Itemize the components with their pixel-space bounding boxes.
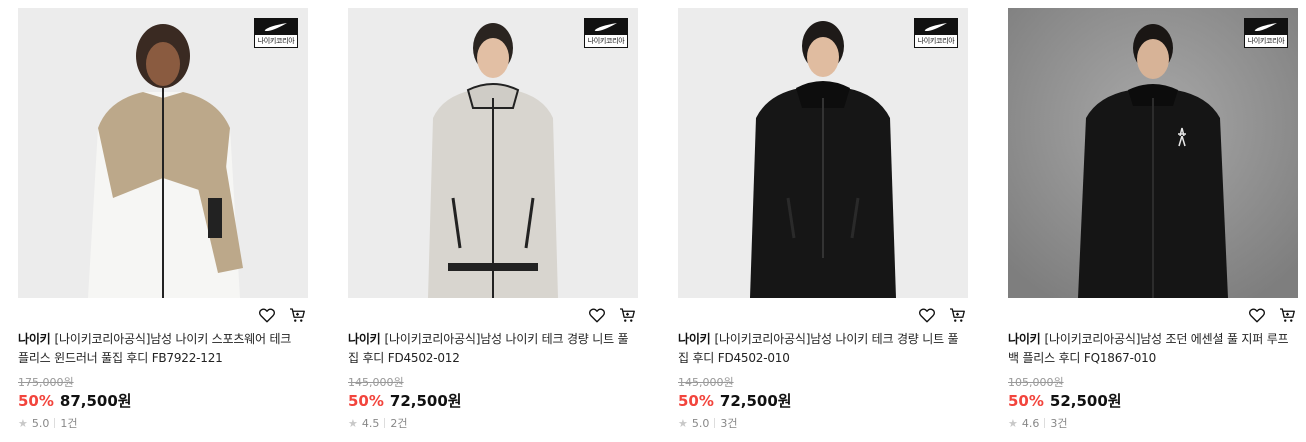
- rating-value: 4.5: [361, 416, 380, 430]
- rating-value: 5.0: [31, 416, 50, 430]
- brand-badge: 나이키코리아: [584, 18, 628, 48]
- price-row: 50% 52,500원: [1008, 390, 1122, 411]
- discount-rate: 50%: [348, 392, 384, 410]
- wishlist-button[interactable]: [256, 304, 278, 326]
- divider: [384, 418, 386, 428]
- price-row: 50% 87,500원: [18, 390, 132, 411]
- brand-name: 나이키: [18, 332, 51, 346]
- cart-button[interactable]: [946, 304, 968, 326]
- product-card[interactable]: 나이키코리아 나이키 [나이키코리아공식]남성 조던 에센셜 풀 지퍼 루프백 플…: [1008, 8, 1298, 430]
- cart-icon: [619, 308, 635, 322]
- price-row: 50% 72,500원: [348, 390, 462, 411]
- product-title[interactable]: 나이키 [나이키코리아공식]남성 나이키 테크 경량 니트 풀집 후디 FD450…: [678, 330, 963, 368]
- heart-icon: [1248, 308, 1266, 323]
- original-price: 145,000원: [348, 376, 404, 389]
- rating-row: ★ 4.6 3건: [1008, 415, 1068, 431]
- badge-text: 나이키코리아: [587, 37, 625, 45]
- discount-rate: 50%: [1008, 392, 1044, 410]
- badge-text: 나이키코리아: [1247, 37, 1285, 45]
- original-price: 175,000원: [18, 376, 74, 389]
- divider: [714, 418, 716, 428]
- heart-icon: [918, 308, 936, 323]
- sale-price: 72,500원: [719, 392, 792, 410]
- product-name: [나이키코리아공식]남성 조던 에센셜 풀 지퍼 루프백 플리스 후디 FQ18…: [1008, 332, 1289, 365]
- brand-badge: 나이키코리아: [914, 18, 958, 48]
- cart-button[interactable]: [616, 304, 638, 326]
- product-title[interactable]: 나이키 [나이키코리아공식]남성 조던 에센셜 풀 지퍼 루프백 플리스 후디 F…: [1008, 330, 1293, 368]
- sale-price: 87,500원: [59, 392, 132, 410]
- product-name: [나이키코리아공식]남성 나이키 스포츠웨어 테크 플리스 윈드러너 풀집 후디…: [18, 332, 292, 365]
- brand-badge: 나이키코리아: [254, 18, 298, 48]
- discount-rate: 50%: [678, 392, 714, 410]
- swoosh-icon: [1254, 23, 1277, 31]
- product-photo: [1008, 8, 1298, 298]
- original-price: 105,000원: [1008, 376, 1064, 389]
- brand-badge: 나이키코리아: [1244, 18, 1288, 48]
- product-title[interactable]: 나이키 [나이키코리아공식]남성 나이키 스포츠웨어 테크 플리스 윈드러너 풀집…: [18, 330, 303, 368]
- sale-price: 52,500원: [1049, 392, 1122, 410]
- product-name: [나이키코리아공식]남성 나이키 테크 경량 니트 풀집 후디 FD4502-0…: [678, 332, 959, 365]
- cart-icon: [1279, 308, 1295, 322]
- divider: [1044, 418, 1046, 428]
- card-actions: [1246, 304, 1298, 326]
- rating-row: ★ 5.0 1건: [18, 415, 78, 431]
- product-image[interactable]: 나이키코리아: [678, 8, 968, 298]
- sale-price: 72,500원: [389, 392, 462, 410]
- product-photo: [348, 8, 638, 298]
- product-photo: [678, 8, 968, 298]
- cart-button[interactable]: [1276, 304, 1298, 326]
- wishlist-button[interactable]: [916, 304, 938, 326]
- swoosh-icon: [924, 23, 947, 31]
- brand-name: 나이키: [348, 332, 381, 346]
- rating-value: 5.0: [691, 416, 710, 430]
- rating-row: ★ 5.0 3건: [678, 415, 738, 431]
- brand-name: 나이키: [678, 332, 711, 346]
- product-card[interactable]: 나이키코리아 나이키 [나이키코리아공식]남성 나이키 스포츠웨어 테크 플리스 …: [18, 8, 308, 430]
- product-title[interactable]: 나이키 [나이키코리아공식]남성 나이키 테크 경량 니트 풀집 후디 FD450…: [348, 330, 633, 368]
- divider: [54, 418, 56, 428]
- cart-button[interactable]: [286, 304, 308, 326]
- product-grid: 나이키코리아 나이키 [나이키코리아공식]남성 나이키 스포츠웨어 테크 플리스 …: [0, 0, 1306, 442]
- review-count: 1건: [60, 417, 78, 430]
- cart-icon: [949, 308, 965, 322]
- badge-text: 나이키코리아: [917, 37, 955, 45]
- swoosh-icon: [264, 23, 287, 31]
- star-icon: ★: [1008, 416, 1018, 430]
- star-icon: ★: [348, 416, 358, 430]
- star-icon: ★: [678, 416, 688, 430]
- star-icon: ★: [18, 416, 28, 430]
- discount-rate: 50%: [18, 392, 54, 410]
- heart-icon: [258, 308, 276, 323]
- rating-row: ★ 4.5 2건: [348, 415, 408, 431]
- product-name: [나이키코리아공식]남성 나이키 테크 경량 니트 풀집 후디 FD4502-0…: [348, 332, 629, 365]
- wishlist-button[interactable]: [1246, 304, 1268, 326]
- wishlist-button[interactable]: [586, 304, 608, 326]
- rating-value: 4.6: [1021, 416, 1040, 430]
- product-card[interactable]: 나이키코리아 나이키 [나이키코리아공식]남성 나이키 테크 경량 니트 풀집 후…: [678, 8, 968, 430]
- product-image[interactable]: 나이키코리아: [1008, 8, 1298, 298]
- swoosh-icon: [594, 23, 617, 31]
- product-photo: [18, 8, 308, 298]
- heart-icon: [588, 308, 606, 323]
- price-row: 50% 72,500원: [678, 390, 792, 411]
- original-price: 145,000원: [678, 376, 734, 389]
- review-count: 3건: [1050, 417, 1068, 430]
- review-count: 2건: [390, 417, 408, 430]
- card-actions: [586, 304, 638, 326]
- product-image[interactable]: 나이키코리아: [348, 8, 638, 298]
- cart-icon: [289, 308, 305, 322]
- product-image[interactable]: 나이키코리아: [18, 8, 308, 298]
- badge-text: 나이키코리아: [257, 37, 295, 45]
- card-actions: [256, 304, 308, 326]
- brand-name: 나이키: [1008, 332, 1041, 346]
- card-actions: [916, 304, 968, 326]
- review-count: 3건: [720, 417, 738, 430]
- product-card[interactable]: 나이키코리아 나이키 [나이키코리아공식]남성 나이키 테크 경량 니트 풀집 후…: [348, 8, 638, 430]
